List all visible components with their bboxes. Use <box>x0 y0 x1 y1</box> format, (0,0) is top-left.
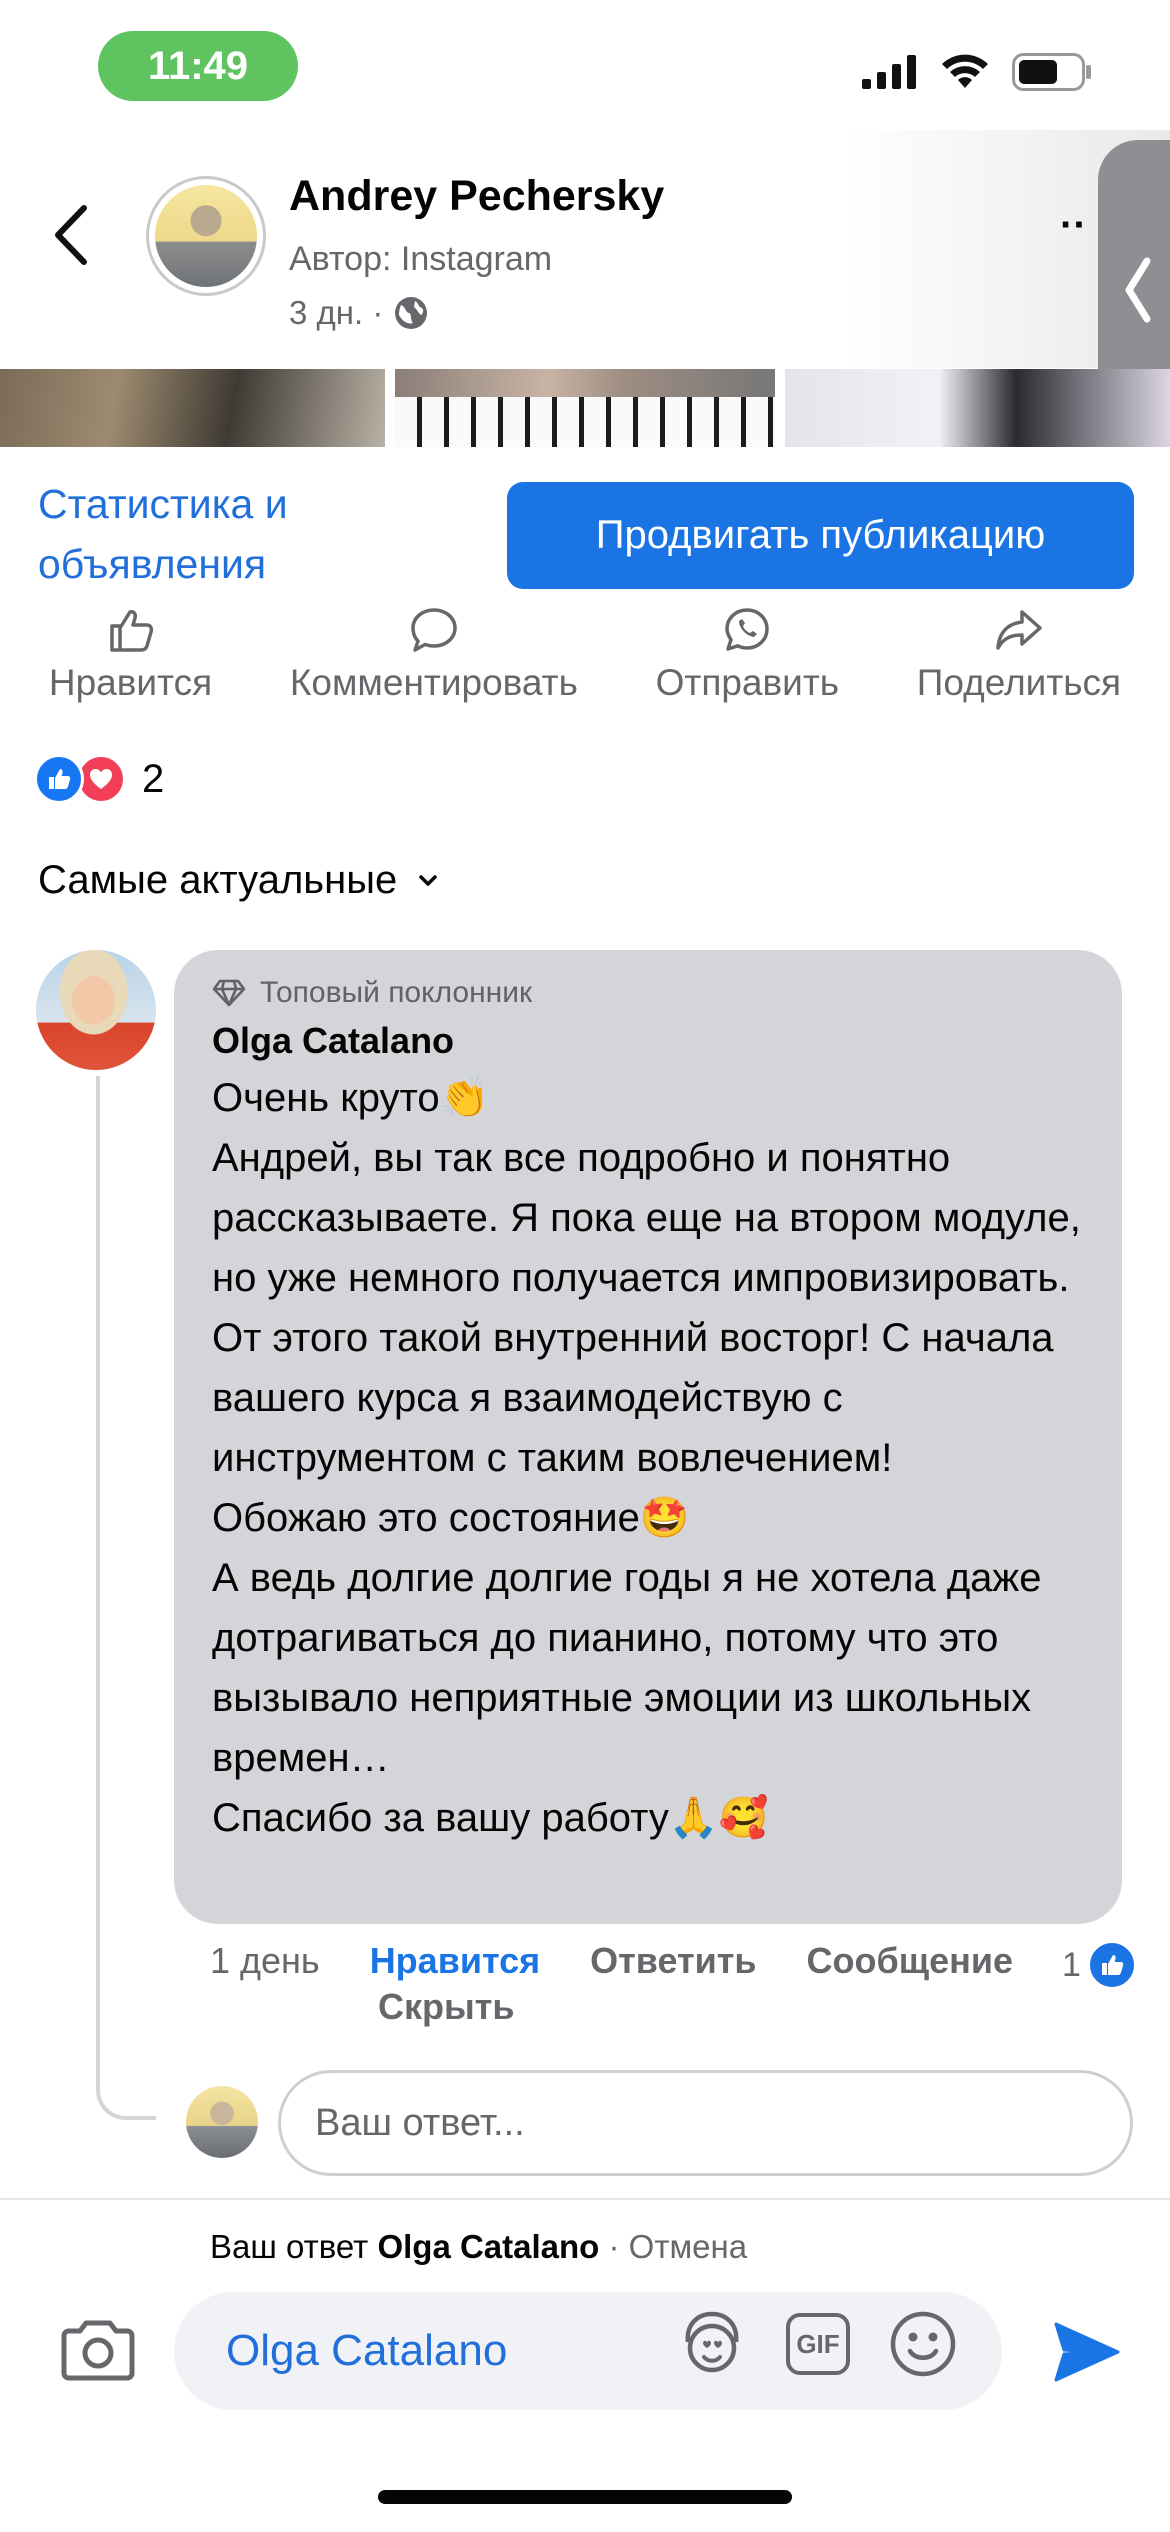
like-label: Нравится <box>48 662 213 703</box>
post-actions: Нравится Комментировать Отправить Подели… <box>0 606 1170 716</box>
reply-input[interactable]: Ваш ответ... <box>278 2070 1133 2176</box>
sort-label: Самые актуальные <box>38 858 398 902</box>
like-reaction-icon <box>1086 1940 1137 1990</box>
badge-label: Топовый поклонник <box>260 976 533 1009</box>
comment-time: 1 день <box>210 1940 320 1981</box>
stats-and-ads-link[interactable]: Статистика и объявления <box>38 474 458 594</box>
comment-message-button[interactable]: Сообщение <box>807 1940 1014 1982</box>
chevron-left-icon <box>55 205 87 265</box>
comment-like-button[interactable]: Нравится <box>370 1940 540 1982</box>
avatar-sticker-icon[interactable] <box>676 2308 748 2380</box>
comment-text: Очень круто👏 Андрей, вы так все подробно… <box>212 1076 1081 1840</box>
signal-icon <box>862 55 916 89</box>
post-source: Автор: Instagram <box>289 240 553 278</box>
reactions-summary[interactable]: 2 <box>34 752 164 806</box>
composer-mention: Olga Catalano <box>226 2326 508 2375</box>
comment-button[interactable]: Комментировать <box>290 606 578 716</box>
chevron-left-icon <box>1125 257 1151 323</box>
thread-connector <box>96 1076 156 2120</box>
home-indicator <box>378 2490 792 2504</box>
comment-sort-dropdown[interactable]: Самые актуальные <box>38 858 439 903</box>
wifi-icon <box>942 54 988 88</box>
share-label: Поделиться <box>916 662 1122 703</box>
replying-to-name: Olga Catalano <box>377 2228 600 2265</box>
comment-meta: 1 день Нравится Ответить Сообщение Скрыт… <box>210 1940 1140 2028</box>
thumbs-up-icon <box>109 610 153 652</box>
composer-tools: GIF <box>676 2308 958 2380</box>
back-button[interactable] <box>40 200 100 270</box>
comment-bubble[interactable]: Топовый поклонник Olga Catalano Очень кр… <box>174 950 1122 1924</box>
like-button[interactable]: Нравится <box>49 606 212 716</box>
post-age-text: 3 дн. · <box>289 294 384 331</box>
chevron-down-icon <box>419 874 437 886</box>
promote-post-button[interactable]: Продвигать публикацию <box>507 482 1134 589</box>
status-icons <box>862 52 1092 92</box>
share-arrow-icon <box>996 610 1042 650</box>
current-user-avatar <box>186 2086 258 2158</box>
cancel-reply-button[interactable]: · Отмена <box>609 2228 748 2265</box>
gif-icon[interactable]: GIF <box>786 2313 850 2375</box>
divider <box>0 2198 1170 2200</box>
globe-icon <box>395 297 428 329</box>
reaction-count: 2 <box>142 756 165 801</box>
media-thumb-piano[interactable] <box>395 369 775 447</box>
commenter-avatar[interactable] <box>36 950 156 1070</box>
replying-to-bar: Ваш ответ Olga Catalano · Отмена <box>210 2228 747 2266</box>
post-media-strip[interactable] <box>0 369 1170 447</box>
comment-like-count-text: 1 <box>1062 1945 1081 1984</box>
author-name[interactable]: Andrey Pechersky <box>289 172 664 221</box>
battery-icon <box>1012 53 1091 91</box>
comment-bubble-icon <box>411 608 457 652</box>
send-icon[interactable] <box>1050 2316 1122 2388</box>
replying-to-prefix: Ваш ответ <box>210 2228 369 2265</box>
more-options-icon[interactable]: ·· <box>1060 205 1100 255</box>
reply-placeholder: Ваш ответ... <box>315 2101 525 2144</box>
share-button[interactable]: Поделиться <box>917 606 1121 716</box>
diamond-icon <box>212 979 246 1007</box>
comment-reply-button[interactable]: Ответить <box>590 1940 756 1982</box>
comment-like-count[interactable]: 1 <box>1062 1940 1137 1990</box>
comment-author[interactable]: Olga Catalano <box>212 1020 1084 1062</box>
camera-icon[interactable] <box>58 2318 138 2382</box>
author-avatar[interactable] <box>146 176 266 296</box>
send-whatsapp-button[interactable]: Отправить <box>656 606 839 716</box>
comment-hide-button[interactable]: Скрыть <box>378 1986 515 2028</box>
top-fan-badge: Топовый поклонник <box>212 976 1084 1010</box>
gif-label: GIF <box>796 2328 840 2359</box>
status-time: 11:49 <box>98 31 298 101</box>
whatsapp-icon <box>725 608 770 651</box>
comment-label: Комментировать <box>289 662 578 703</box>
send-label: Отправить <box>655 662 840 703</box>
media-thumb-keys[interactable] <box>785 369 1170 447</box>
emoji-icon[interactable] <box>888 2309 958 2379</box>
like-reaction-icon <box>34 754 84 804</box>
media-thumb-guitar[interactable] <box>0 369 385 447</box>
post-age: 3 дн. · <box>289 294 429 332</box>
